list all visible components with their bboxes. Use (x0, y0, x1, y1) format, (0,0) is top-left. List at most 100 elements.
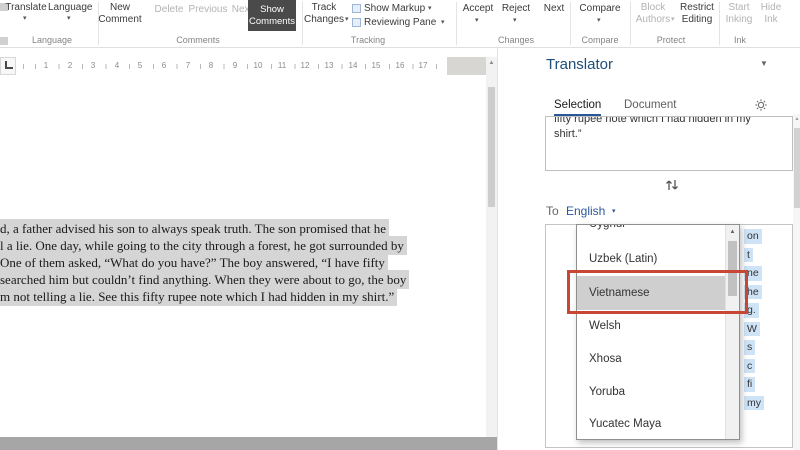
ruler: 1 2 3 4 5 6 7 8 9 10 11 12 13 14 15 16 1… (0, 57, 486, 75)
show-comments-label: Show (248, 4, 296, 15)
chevron-down-icon: ▾ (612, 208, 616, 215)
chevron-down-icon: ▾ (345, 16, 349, 23)
reviewing-pane-button[interactable]: Reviewing Pane (364, 17, 436, 28)
chevron-down-icon: ▾ (67, 15, 71, 22)
word-window: Translate ▾ Language ▾ Language New Comm… (0, 0, 800, 450)
ruler-number: 14 (347, 61, 359, 71)
scrollbar-thumb[interactable] (794, 128, 800, 208)
block-authors-button: Block (634, 2, 672, 13)
swap-languages-button[interactable] (664, 177, 682, 195)
reviewing-pane-icon (352, 18, 361, 27)
to-language-dropdown[interactable]: English (566, 204, 605, 218)
source-text-box[interactable]: fifty rupee note which I had hidden in m… (545, 116, 793, 171)
pane-scrollbar[interactable]: ▲ (793, 114, 800, 450)
chevron-down-icon: ▾ (441, 19, 445, 26)
text-line[interactable]: searched him but couldn’t find anything.… (0, 272, 409, 288)
gear-icon[interactable] (754, 98, 768, 112)
group-label-language: Language (8, 35, 96, 45)
text-line[interactable]: m not telling a lie. See this fifty rupe… (0, 289, 397, 305)
hide-ink-button: Hide (756, 2, 786, 13)
language-option[interactable]: Welsh (577, 310, 725, 343)
translate-button[interactable]: Translate (4, 2, 48, 13)
tab-document[interactable]: Document (624, 99, 676, 111)
scroll-up-icon[interactable]: ▲ (793, 117, 800, 122)
ruler-number: 6 (158, 61, 170, 71)
text-line[interactable]: d, a father advised his son to always sp… (0, 221, 389, 237)
show-comments-label: Comments (248, 16, 296, 27)
ruler-number: 13 (323, 61, 335, 71)
language-option[interactable]: Yucatec Maya (577, 409, 725, 440)
group-separator (630, 2, 631, 45)
ruler-right-margin (447, 57, 486, 75)
group-label-changes: Changes (470, 35, 562, 45)
translator-pane: Translator ▼ Selection Document fifty ru… (497, 48, 800, 450)
translation-fragments: on t ne he g. W s c fi my (744, 229, 764, 414)
ruler-number: 16 (394, 61, 406, 71)
hide-ink-button: Ink (756, 14, 786, 25)
ruler-number: 8 (205, 61, 217, 71)
swap-arrows-icon (664, 177, 680, 193)
compare-button[interactable]: Compare (576, 3, 624, 14)
chevron-down-icon: ▾ (428, 5, 432, 12)
track-changes-button[interactable]: Track (304, 2, 344, 13)
document-scrollbar[interactable]: ▲ (486, 57, 497, 437)
scroll-up-icon[interactable]: ▲ (726, 229, 739, 235)
restrict-editing-button[interactable]: Restrict (676, 2, 718, 13)
ruler-number: 17 (417, 61, 429, 71)
language-option[interactable]: Xhosa (577, 343, 725, 376)
pane-title: Translator (546, 56, 613, 73)
ruler-number: 7 (182, 61, 194, 71)
text-line[interactable]: One of them asked, “What do you have?” T… (0, 255, 388, 271)
to-label: To (546, 204, 559, 218)
tab-stop-icon (5, 61, 13, 69)
start-inking-button: Start (722, 2, 756, 13)
scrollbar-thumb[interactable] (488, 87, 495, 207)
chevron-down-icon: ▾ (475, 17, 479, 24)
language-option[interactable]: Uyghur (577, 225, 725, 243)
ruler-number: 4 (111, 61, 123, 71)
ruler-number: 5 (134, 61, 146, 71)
next-change-button[interactable]: Next (538, 3, 570, 14)
chevron-down-icon: ▾ (671, 16, 675, 23)
pane-menu-icon[interactable]: ▼ (760, 60, 768, 68)
tab-selection[interactable]: Selection (554, 99, 601, 116)
page-background (0, 437, 497, 450)
source-text: fifty rupee note which I had hidden in m… (554, 116, 792, 127)
tab-stop-selector[interactable] (0, 57, 16, 75)
ruler-number: 1 (40, 61, 52, 71)
restrict-editing-button[interactable]: Editing (676, 14, 718, 25)
show-markup-button[interactable]: Show Markup (364, 3, 425, 14)
language-dropdown-list: Uyghur Uzbek (Latin) Vietnamese Welsh Xh… (576, 224, 740, 440)
ruler-number: 12 (299, 61, 311, 71)
group-label-ink: Ink (712, 35, 768, 45)
source-text: shirt.” (554, 127, 792, 142)
scroll-up-icon[interactable]: ▲ (486, 60, 497, 66)
text-line[interactable]: l a lie. One day, while going to the cit… (0, 238, 407, 254)
ruler-number: 10 (252, 61, 264, 71)
ribbon: Translate ▾ Language ▾ Language New Comm… (0, 0, 800, 48)
group-label-compare: Compare (566, 35, 634, 45)
reject-button[interactable]: Reject (498, 3, 534, 14)
chevron-down-icon: ▾ (23, 15, 27, 22)
track-changes-button[interactable]: Changes (304, 14, 344, 25)
dropdown-scrollbar[interactable]: ▲ (725, 225, 739, 439)
group-label-comments: Comments (146, 35, 250, 45)
clipped-icon (0, 37, 8, 45)
document-canvas[interactable]: d, a father advised his son to always sp… (0, 75, 486, 437)
delete-comment-button: Delete (150, 4, 188, 15)
show-comments-button[interactable]: Show Comments (248, 0, 296, 31)
ruler-number: 3 (87, 61, 99, 71)
group-separator (456, 2, 457, 45)
start-inking-button: Inking (722, 14, 756, 25)
block-authors-button: Authors (634, 14, 672, 25)
annotation-box (567, 270, 748, 314)
group-label-protect: Protect (640, 35, 702, 45)
new-comment-button[interactable]: Comment (96, 14, 144, 25)
group-separator (302, 2, 303, 45)
new-comment-button[interactable]: New (96, 2, 144, 13)
ruler-number: 9 (229, 61, 241, 71)
accept-button[interactable]: Accept (458, 3, 498, 14)
show-markup-icon (352, 4, 361, 13)
language-button[interactable]: Language (48, 2, 92, 13)
language-option[interactable]: Yoruba (577, 376, 725, 409)
